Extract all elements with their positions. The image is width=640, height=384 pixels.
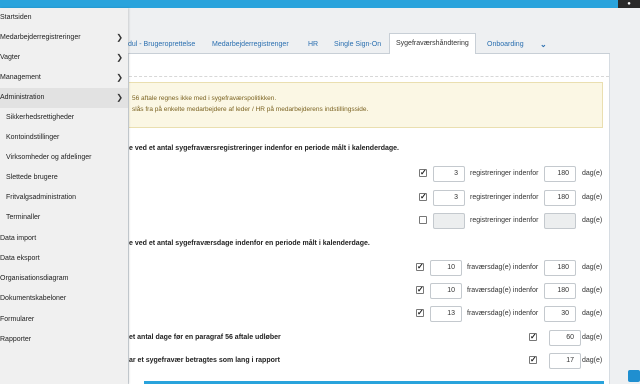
days-rule-3-days[interactable]: 30 (544, 306, 576, 322)
sidebar-item-label: Sikkerhedsrettigheder (6, 114, 75, 121)
paragraph-56-days[interactable]: 60 (549, 330, 581, 346)
registrations-rule-2-count[interactable]: 3 (433, 190, 465, 206)
days-rule-2-checkbox[interactable] (416, 284, 424, 296)
sidebar-item-data-eksport[interactable]: Data eksport (0, 249, 128, 269)
long-absence-checkbox[interactable] (529, 354, 537, 366)
days-rule-3-count[interactable]: 13 (430, 306, 462, 322)
registrations-rule-2-days[interactable]: 180 (544, 190, 576, 206)
registrations-rule-3-count[interactable] (433, 213, 465, 229)
sidebar-item-label: Management (0, 74, 41, 81)
sidebar-item-label: Vagter (0, 54, 21, 61)
days-rule-3-checkbox[interactable] (416, 307, 424, 319)
days-rule-3-unit: dag(e) (582, 310, 603, 317)
tab-single-sign-on[interactable]: Single Sign-On (328, 35, 387, 54)
sidebar-item-sikkerhedsrettigheder[interactable]: Sikkerhedsrettigheder (0, 108, 128, 128)
tab-medarbejderregistrenger[interactable]: Medarbejderregistrenger (206, 35, 295, 54)
days-rule-3-text: fraværsdag(e) indenfor (467, 310, 539, 317)
sidebar-item-label: Virksomheder og afdelinger (6, 154, 92, 161)
sidebar-item-terminaller[interactable]: Terminaller (0, 208, 128, 228)
registrations-rule-3-checkbox[interactable] (419, 216, 427, 224)
top-bar: ● (0, 0, 640, 8)
sidebar-item-vagter[interactable]: Vagter ❯ (0, 48, 128, 68)
sidebar-item-virksomheder[interactable]: Virksomheder og afdelinger (0, 148, 128, 168)
paragraph-56-checkbox[interactable] (529, 331, 537, 343)
sidebar-item-label: Rapporter (0, 336, 32, 343)
registrations-rule-3-text: registreringer indenfor (470, 217, 539, 224)
sidebar-item-label: Terminaller (6, 214, 41, 221)
chevron-right-icon: ❯ (116, 93, 123, 102)
registrations-rule-2-text: registreringer indenfor (470, 194, 539, 201)
chevron-right-icon: ❯ (116, 73, 123, 82)
sidebar-item-label: Slettede brugere (6, 174, 58, 181)
sidebar-item-data-import[interactable]: Data import (0, 229, 128, 249)
sidebar-item-management[interactable]: Management ❯ (0, 68, 128, 88)
long-absence-days[interactable]: 17 (549, 353, 581, 369)
tab-bar: dul - Brugeroprettelse Medarbejderregist… (128, 32, 610, 55)
days-rule-1-checkbox[interactable] (416, 261, 424, 273)
registrations-rule-3-unit: dag(e) (582, 217, 603, 224)
long-absence-unit: dag(e) (582, 357, 603, 364)
sidebar-menu: Startsiden Medarbejderregistreringer ❯ Va… (0, 8, 128, 384)
user-menu-icon[interactable]: ● (618, 0, 640, 8)
days-rule-1-unit: dag(e) (582, 264, 603, 271)
tab-sygefravaershaandtering[interactable]: Sygefraværshåndtering (389, 33, 476, 55)
days-rule-2-days[interactable]: 180 (544, 283, 576, 299)
tab-hr[interactable]: HR (302, 35, 324, 54)
info-line-1: 56 aftale regnes ikke med i sygefraværsp… (132, 95, 277, 102)
sidebar-item-formularer[interactable]: Formularer (0, 310, 128, 330)
sidebar-item-rapporter[interactable]: Rapporter (0, 330, 128, 350)
days-rule-2-unit: dag(e) (582, 287, 603, 294)
sidebar-item-organisationsdiagram[interactable]: Organisationsdiagram (0, 269, 128, 289)
registrations-rule-1-unit: dag(e) (582, 170, 603, 177)
section-registrations-title: e ved et antal sygefraværsregistreringer… (129, 145, 399, 152)
registrations-rule-2-checkbox[interactable] (419, 191, 427, 203)
info-line-2: slås fra på enkelte medarbejdere af lede… (132, 106, 369, 113)
chevron-right-icon: ❯ (116, 33, 123, 42)
sidebar-item-label: Fritvalgsadministration (6, 194, 77, 201)
sidebar-item-slettede-brugere[interactable]: Slettede brugere (0, 168, 128, 188)
sidebar-item-label: Kontoindstillinger (6, 134, 60, 141)
sidebar-item-startsiden[interactable]: Startsiden (0, 8, 128, 28)
registrations-rule-1-checkbox[interactable] (419, 167, 427, 179)
sidebar-item-label: Data import (0, 235, 37, 242)
info-box: 56 aftale regnes ikke med i sygefraværsp… (129, 82, 603, 128)
tab-brugeroprettelse[interactable]: dul - Brugeroprettelse (122, 35, 201, 54)
paragraph-56-unit: dag(e) (582, 334, 603, 341)
tab-onboarding[interactable]: Onboarding (481, 35, 530, 54)
sidebar-item-label: Formularer (0, 316, 35, 323)
section-days-title: e ved et antal sygefraværsdage indenfor … (129, 240, 370, 247)
registrations-rule-2-unit: dag(e) (582, 194, 603, 201)
sidebar-item-medarbejderregistreringer[interactable]: Medarbejderregistreringer ❯ (0, 28, 128, 48)
sidebar-item-kontoindstillinger[interactable]: Kontoindstillinger (0, 128, 128, 148)
registrations-rule-1-days[interactable]: 180 (544, 166, 576, 182)
settings-panel: 56 aftale regnes ikke med i sygefraværsp… (128, 54, 610, 384)
more-tabs-chevron-icon[interactable]: ⌄ (534, 35, 553, 54)
paragraph-56-label: et antal dage før en paragraf 56 aftale … (129, 334, 281, 341)
chat-icon[interactable] (628, 370, 640, 382)
sidebar-item-label: Data eksport (0, 255, 40, 262)
sidebar-item-fritvalgsadministration[interactable]: Fritvalgsadministration (0, 188, 128, 208)
days-rule-1-count[interactable]: 10 (430, 260, 462, 276)
registrations-rule-1-count[interactable]: 3 (433, 166, 465, 182)
sidebar-item-dokumentskabeloner[interactable]: Dokumentskabeloner (0, 289, 128, 309)
days-rule-2-text: fraværsdag(e) indenfor (467, 287, 539, 294)
long-absence-label: ar et sygefravær betragtes som lang i ra… (129, 357, 280, 364)
divider (129, 76, 609, 77)
sidebar-item-label: Dokumentskabeloner (0, 295, 67, 302)
sidebar-item-label: Organisationsdiagram (0, 275, 69, 282)
sidebar-item-label: Medarbejderregistreringer (0, 34, 81, 41)
chevron-right-icon: ❯ (116, 53, 123, 62)
sidebar-item-administration[interactable]: Administration ❯ (0, 88, 128, 108)
sidebar-item-label: Startsiden (0, 14, 32, 21)
registrations-rule-1-text: registreringer indenfor (470, 170, 539, 177)
days-rule-1-days[interactable]: 180 (544, 260, 576, 276)
registrations-rule-3-days[interactable] (544, 213, 576, 229)
days-rule-2-count[interactable]: 10 (430, 283, 462, 299)
days-rule-1-text: fraværsdag(e) indenfor (467, 264, 539, 271)
sidebar-item-label: Administration (0, 94, 45, 101)
